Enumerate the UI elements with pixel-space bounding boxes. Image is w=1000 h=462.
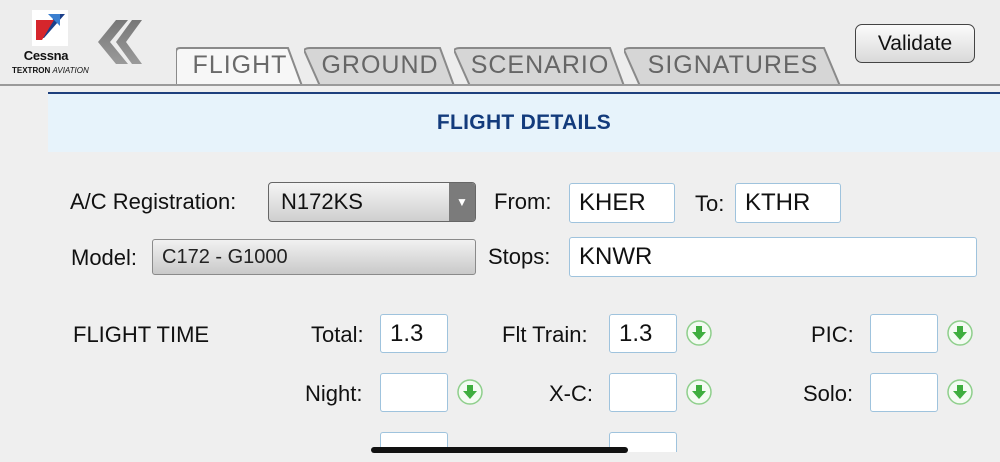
registration-select[interactable]: N172KS ▼ — [268, 182, 476, 222]
cessna-logo-icon — [32, 10, 68, 46]
app-header: Cessna TEXTRON AVIATION FLIGHT GROUND SC… — [0, 0, 1000, 86]
model-field: C172 - G1000 — [152, 239, 476, 275]
solo-field[interactable] — [870, 373, 938, 412]
logo-subtitle: TEXTRON AVIATION — [12, 66, 89, 75]
to-field[interactable]: KTHR — [735, 183, 841, 223]
section-title: FLIGHT DETAILS — [436, 111, 612, 134]
tab-ground-label: GROUND — [321, 50, 439, 79]
tab-bar: FLIGHT GROUND SCENARIO SIGNATURES — [176, 44, 846, 86]
tab-scenario[interactable]: SCENARIO — [454, 44, 626, 86]
to-label: To: — [695, 191, 725, 216]
registration-label: A/C Registration: — [70, 189, 237, 214]
logo-brand: Cessna — [23, 48, 69, 63]
registration-value: N172KS — [281, 189, 363, 214]
solo-label: Solo: — [803, 381, 854, 406]
stops-label: Stops: — [488, 244, 551, 269]
home-indicator[interactable] — [371, 447, 628, 453]
tab-flight[interactable]: FLIGHT — [176, 44, 304, 86]
model-label: Model: — [71, 245, 138, 270]
double-chevron-left-icon[interactable] — [94, 18, 142, 66]
copy-down-icon[interactable] — [947, 379, 973, 405]
flight-time-heading: FLIGHT TIME — [73, 322, 210, 347]
flt-train-label: Flt Train: — [502, 322, 588, 347]
from-label: From: — [494, 189, 552, 214]
tab-scenario-label: SCENARIO — [470, 50, 610, 79]
copy-down-icon[interactable] — [686, 320, 712, 346]
night-label: Night: — [305, 381, 363, 406]
from-field[interactable]: KHER — [569, 183, 675, 223]
section-banner: FLIGHT DETAILS — [48, 92, 1000, 152]
tab-flight-label: FLIGHT — [192, 50, 288, 79]
night-field[interactable] — [380, 373, 448, 412]
flt-train-field[interactable]: 1.3 — [609, 314, 677, 353]
pic-label: PIC: — [811, 322, 854, 347]
stops-field[interactable]: KNWR — [569, 237, 977, 277]
xc-field[interactable] — [609, 373, 677, 412]
pic-field[interactable] — [870, 314, 938, 353]
copy-down-icon[interactable] — [947, 320, 973, 346]
cessna-logo: Cessna TEXTRON AVIATION — [12, 8, 89, 78]
copy-down-icon[interactable] — [686, 379, 712, 405]
total-label: Total: — [311, 322, 364, 347]
copy-down-icon[interactable] — [457, 379, 483, 405]
chevron-down-icon: ▼ — [449, 183, 475, 221]
tab-signatures[interactable]: SIGNATURES — [624, 44, 842, 86]
total-field[interactable]: 1.3 — [380, 314, 448, 353]
xc-label: X-C: — [549, 381, 593, 406]
validate-button[interactable]: Validate — [855, 24, 975, 63]
tab-signatures-label: SIGNATURES — [647, 50, 819, 79]
header-divider — [0, 84, 1000, 86]
tab-ground[interactable]: GROUND — [304, 44, 456, 86]
